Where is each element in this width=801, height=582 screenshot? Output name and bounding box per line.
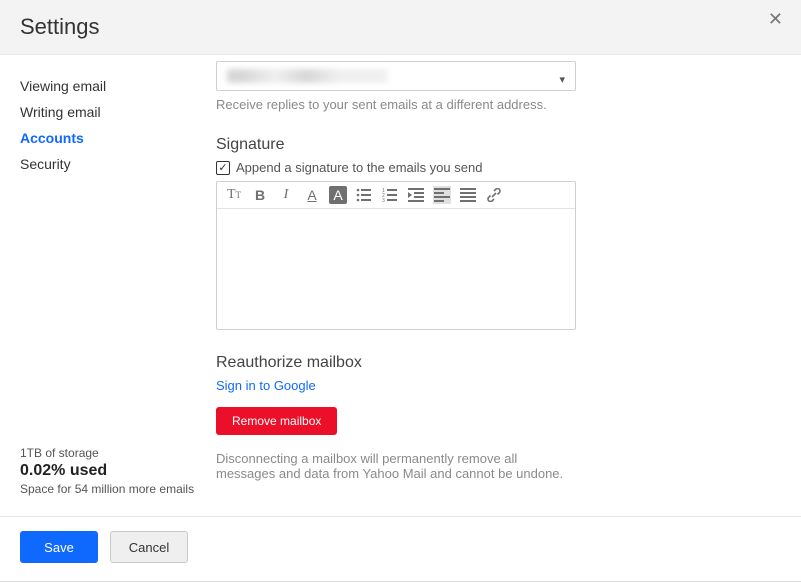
sidebar-item-security[interactable]: Security bbox=[20, 151, 200, 177]
font-size-icon[interactable]: TT bbox=[225, 186, 243, 204]
signature-checkbox-label: Append a signature to the emails you sen… bbox=[236, 160, 482, 175]
sidebar: Viewing email Writing email Accounts Sec… bbox=[0, 55, 200, 516]
bold-icon[interactable]: B bbox=[251, 186, 269, 204]
reauthorize-title: Reauthorize mailbox bbox=[216, 354, 576, 372]
signature-checkbox-row[interactable]: ✓ Append a signature to the emails you s… bbox=[216, 160, 576, 175]
reply-to-select[interactable]: ▾ bbox=[216, 61, 576, 91]
chevron-down-icon: ▾ bbox=[559, 73, 565, 86]
highlight-icon[interactable]: A bbox=[329, 186, 347, 204]
dialog-footer: Save Cancel bbox=[0, 516, 801, 581]
storage-total: 1TB of storage bbox=[20, 446, 200, 460]
storage-summary: 1TB of storage 0.02% used Space for 54 m… bbox=[20, 446, 200, 506]
numbered-list-icon[interactable]: 123 bbox=[381, 186, 399, 204]
reply-to-value bbox=[227, 69, 387, 83]
cancel-button[interactable]: Cancel bbox=[110, 531, 188, 563]
svg-text:3: 3 bbox=[382, 198, 385, 202]
close-icon[interactable]: ✕ bbox=[768, 10, 783, 28]
signature-title: Signature bbox=[216, 136, 576, 154]
dialog-header: Settings ✕ bbox=[0, 0, 801, 55]
sidebar-item-writing-email[interactable]: Writing email bbox=[20, 99, 200, 125]
dialog-title: Settings bbox=[20, 14, 781, 40]
storage-used: 0.02% used bbox=[20, 462, 200, 480]
remove-mailbox-warning: Disconnecting a mailbox will permanently… bbox=[216, 451, 576, 481]
align-justify-icon[interactable] bbox=[459, 186, 477, 204]
sidebar-item-accounts[interactable]: Accounts bbox=[20, 125, 200, 151]
bullet-list-icon[interactable] bbox=[355, 186, 373, 204]
settings-panel[interactable]: ▾ Receive replies to your sent emails at… bbox=[200, 55, 801, 516]
checkbox-icon: ✓ bbox=[216, 161, 230, 175]
save-button[interactable]: Save bbox=[20, 531, 98, 563]
align-left-icon[interactable] bbox=[433, 186, 451, 204]
remove-mailbox-button[interactable]: Remove mailbox bbox=[216, 407, 337, 435]
italic-icon[interactable]: I bbox=[277, 186, 295, 204]
reply-to-help: Receive replies to your sent emails at a… bbox=[216, 97, 576, 112]
link-icon[interactable] bbox=[485, 186, 503, 204]
indent-icon[interactable] bbox=[407, 186, 425, 204]
storage-remaining: Space for 54 million more emails bbox=[20, 482, 200, 496]
signature-editor: TT B I A A 123 bbox=[216, 181, 576, 330]
font-color-icon[interactable]: A bbox=[303, 186, 321, 204]
sidebar-item-viewing-email[interactable]: Viewing email bbox=[20, 73, 200, 99]
nav-list: Viewing email Writing email Accounts Sec… bbox=[20, 73, 200, 177]
editor-toolbar: TT B I A A 123 bbox=[217, 182, 575, 209]
signature-textarea[interactable] bbox=[217, 209, 575, 329]
sign-in-google-link[interactable]: Sign in to Google bbox=[216, 378, 316, 393]
